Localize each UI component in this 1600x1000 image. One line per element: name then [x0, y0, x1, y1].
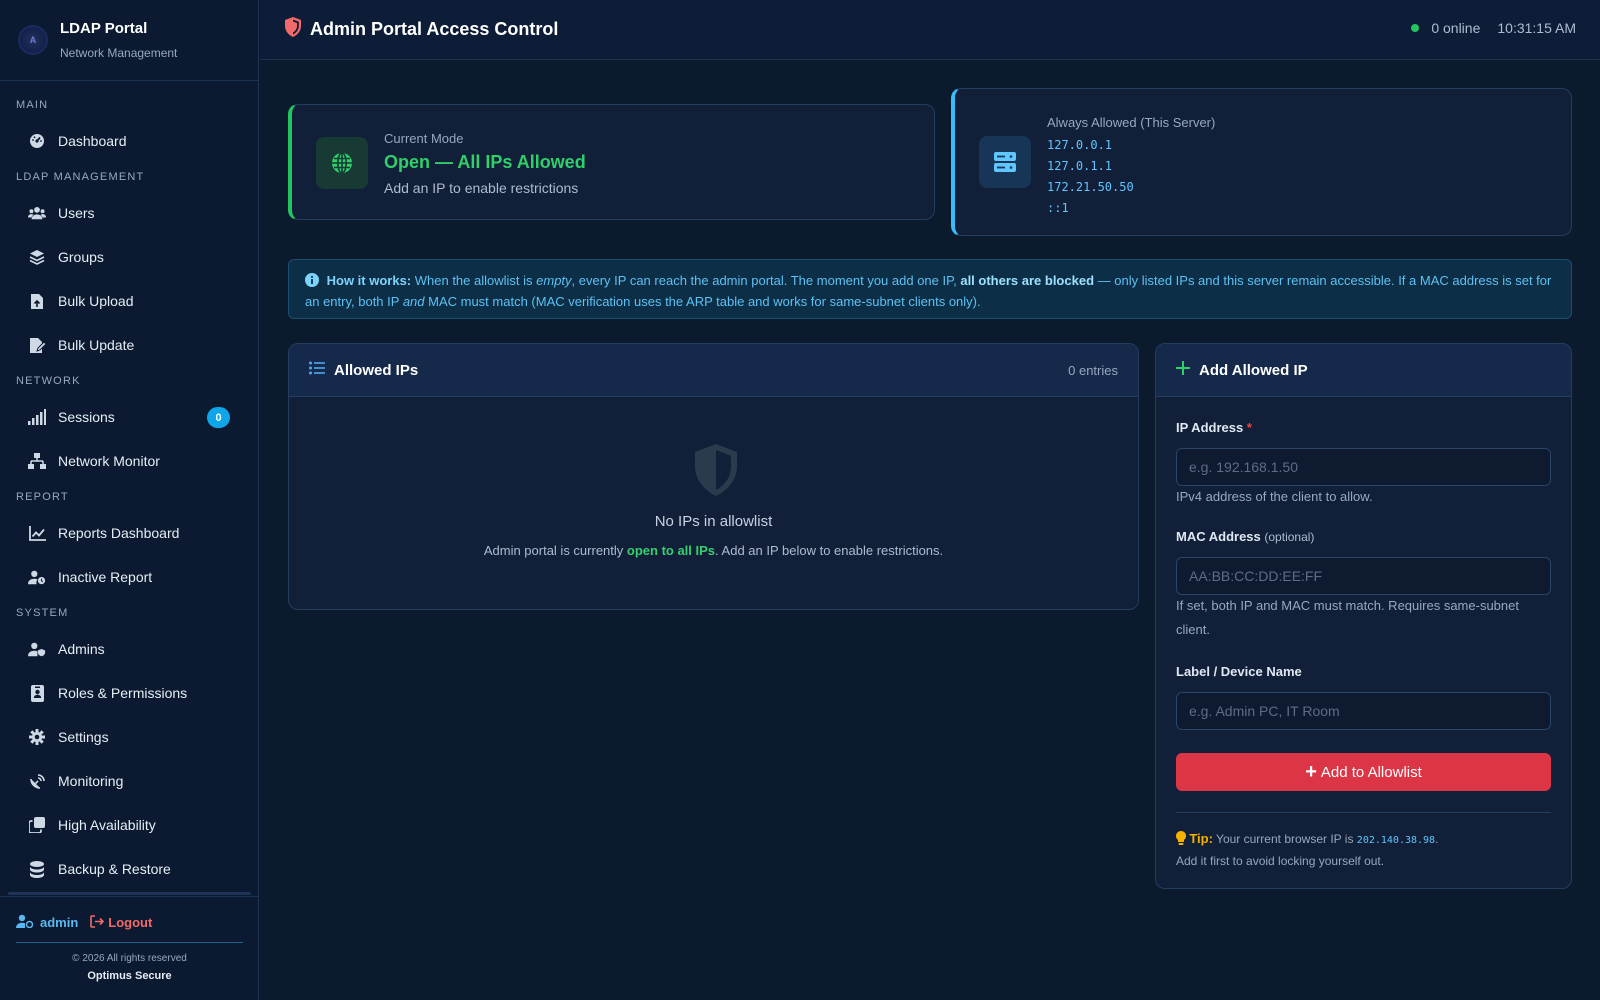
company-name: Optimus Secure [87, 970, 172, 982]
brand-subtitle: Network Management [60, 46, 178, 60]
allowed-ips-panel: Allowed IPs 0 entries No IPs in allowlis… [288, 343, 1139, 610]
footer-divider [16, 942, 243, 943]
sidebar-item-dashboard[interactable]: Dashboard [0, 119, 258, 163]
online-count: 0 online [1431, 20, 1481, 36]
mode-hint: Add an IP to enable restrictions [384, 180, 579, 196]
ip-address-help: IPv4 address of the client to allow. [1176, 489, 1373, 504]
nav-section-system: SYSTEM [16, 607, 69, 619]
sidebar-item-admins[interactable]: Admins [0, 627, 258, 671]
file-edit-icon [28, 336, 46, 354]
nav-section-main: MAIN [16, 99, 49, 111]
database-icon [28, 860, 46, 878]
sidebar: A LDAP Portal Network Management MAIN Da… [0, 0, 259, 1000]
satellite-dish-icon [28, 772, 46, 790]
empty-state-title: No IPs in allowlist [654, 513, 773, 530]
always-allowed-card: Always Allowed (This Server) 127.0.0.1 1… [951, 88, 1572, 236]
info-circle-icon [305, 273, 327, 288]
sidebar-item-monitoring[interactable]: Monitoring [0, 759, 258, 803]
entries-count: 0 entries [1068, 363, 1118, 378]
sidebar-item-sessions[interactable]: Sessions 0 [0, 395, 258, 439]
divider [1176, 812, 1551, 813]
shield-icon [284, 17, 302, 42]
empty-state-message: Admin portal is currently open to all IP… [483, 543, 944, 558]
mode-value: Open — All IPs Allowed [384, 152, 586, 172]
mac-address-label: MAC Address (optional) [1176, 529, 1315, 544]
always-allowed-ip-list: 127.0.0.1 127.0.1.1 172.21.50.50 ::1 [1047, 135, 1134, 219]
nav-section-ldap: LDAP MANAGEMENT [16, 171, 145, 183]
sidebar-item-inactive-report[interactable]: Inactive Report [0, 555, 258, 599]
nav-section-report: REPORT [16, 491, 69, 503]
add-to-allowlist-button[interactable]: + Add to Allowlist [1176, 753, 1551, 791]
user-cog-icon [16, 914, 34, 931]
device-name-label: Label / Device Name [1176, 664, 1302, 679]
sign-out-icon [90, 914, 108, 931]
info-lead: How it works: [326, 273, 412, 288]
list-icon [309, 361, 325, 380]
sidebar-item-roles[interactable]: Roles & Permissions [0, 671, 258, 715]
brand[interactable]: A LDAP Portal Network Management [0, 0, 258, 81]
browser-ip: 202.140.38.98 [1356, 835, 1436, 846]
sidebar-item-network-monitor[interactable]: Network Monitor [0, 439, 258, 483]
always-allowed-ip: 127.0.0.1 [1047, 138, 1113, 152]
sidebar-item-users[interactable]: Users [0, 191, 258, 235]
mac-address-input[interactable] [1176, 557, 1551, 595]
signal-icon [28, 408, 46, 426]
plus-icon [1176, 360, 1190, 380]
ip-address-input[interactable] [1176, 448, 1551, 486]
sidebar-item-bulk-update[interactable]: Bulk Update [0, 323, 258, 367]
allowed-ips-title: Allowed IPs [334, 361, 419, 379]
plus-icon: + [1305, 760, 1317, 783]
gauge-icon [28, 132, 46, 150]
always-allowed-ip: 172.21.50.50 [1047, 180, 1134, 194]
user-clock-icon [28, 568, 46, 586]
brand-logo: A [18, 25, 48, 55]
sidebar-item-high-availability[interactable]: High Availability [0, 803, 258, 847]
nav-section-network: NETWORK [16, 375, 81, 387]
sidebar-item-reports-dashboard[interactable]: Reports Dashboard [0, 511, 258, 555]
sidebar-item-settings[interactable]: Settings [0, 715, 258, 759]
clone-icon [28, 816, 46, 834]
current-mode-card: Current Mode Open — All IPs Allowed Add … [288, 104, 935, 220]
always-allowed-ip: 127.0.1.1 [1047, 159, 1113, 173]
ip-address-label: IP Address * [1176, 420, 1252, 435]
sidebar-item-groups[interactable]: Groups [0, 235, 258, 279]
sidebar-scroll-indicator[interactable] [8, 892, 251, 895]
mac-address-help: If set, both IP and MAC must match. Requ… [1176, 598, 1519, 637]
copyright: © 2026 All rights reserved [72, 953, 187, 964]
current-user[interactable]: admin [40, 915, 78, 930]
sidebar-footer: admin Logout © 2026 All rights reserved … [0, 896, 259, 1000]
topbar: Admin Portal Access Control 0 online 10:… [260, 0, 1600, 60]
brand-title: LDAP Portal [60, 20, 148, 37]
users-icon [28, 204, 46, 222]
gear-icon [28, 728, 46, 746]
line-chart-icon [28, 524, 46, 542]
mode-label: Current Mode [384, 131, 464, 146]
add-allowed-ip-panel: Add Allowed IP IP Address * IPv4 address… [1155, 343, 1572, 889]
device-name-input[interactable] [1176, 692, 1551, 730]
sidebar-item-backup-restore[interactable]: Backup & Restore [0, 847, 258, 891]
globe-icon [316, 137, 368, 189]
lightbulb-icon [1176, 831, 1189, 846]
sessions-count-badge: 0 [207, 407, 230, 428]
user-shield-icon [28, 640, 46, 658]
server-icon [979, 136, 1031, 188]
clock: 10:31:15 AM [1497, 20, 1576, 36]
logout-button[interactable]: Logout [90, 914, 152, 931]
tip-note: Tip: Your current browser IP is 202.140.… [1176, 831, 1439, 868]
layers-icon [28, 248, 46, 266]
file-upload-icon [28, 292, 46, 310]
shield-halved-icon [693, 444, 739, 501]
always-allowed-label: Always Allowed (This Server) [1047, 115, 1216, 130]
online-status-dot [1411, 24, 1420, 32]
id-badge-icon [28, 684, 46, 702]
sidebar-item-bulk-upload[interactable]: Bulk Upload [0, 279, 258, 323]
add-ip-title: Add Allowed IP [1199, 361, 1308, 379]
always-allowed-ip: ::1 [1047, 201, 1069, 215]
page-title: Admin Portal Access Control [310, 19, 559, 39]
how-it-works-alert: How it works: When the allowlist is empt… [288, 259, 1572, 319]
network-wired-icon [28, 452, 46, 470]
